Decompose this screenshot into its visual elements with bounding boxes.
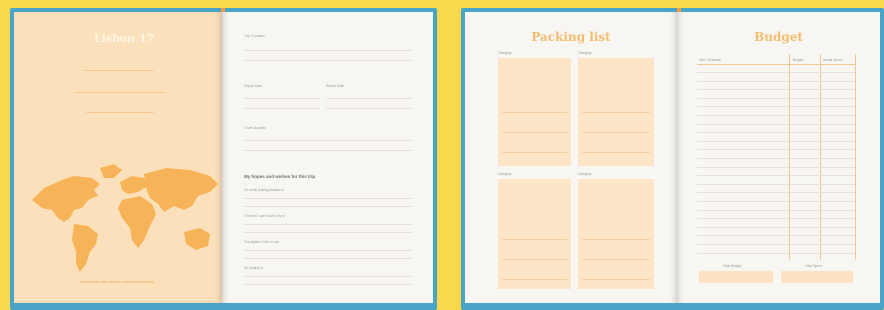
budget-col-divider [789,54,790,260]
field-return-label: Return Date [326,84,344,88]
budget-row-line [697,149,855,151]
packing-category-4: Category [578,172,592,176]
field-line [326,98,412,99]
answer-line [244,206,412,207]
field-line [244,108,320,109]
budget-header-rule [697,64,855,65]
budget-row-line [697,97,855,99]
field-buddies-label: Travel Buddies [244,126,266,130]
budget-row-line [697,252,855,254]
budget-row-line [697,80,855,82]
budget-col-divider [855,54,856,260]
packing-category-3: Category [498,172,512,176]
budget-row-line [697,192,855,194]
cover-credit: Lorem ipsum dolor sit amet, consectetur … [80,280,155,284]
budget-total-box [699,271,773,283]
packing-box-1 [498,58,571,166]
question-1: I'm really looking forward to [244,188,285,192]
total-budget-label: Total Budget [723,264,742,268]
cover-title: Lisbon 17 [94,32,155,45]
field-line [244,98,320,99]
continent-greenland [100,164,122,178]
answer-line [244,224,412,225]
answer-line [244,284,412,285]
budget-row-line [697,175,855,177]
answer-line [244,198,412,199]
field-line [244,50,412,51]
budget-col-budget: Budget [793,58,804,62]
continent-asia [144,168,218,212]
field-depart-label: Depart Date [244,84,262,88]
budget-col-actual: Actual Spent [823,58,842,62]
continent-north-america [32,176,100,222]
budget-page: Budget Item / Expense Budget Actual Spen… [677,12,880,303]
budget-row-line [697,235,855,237]
answer-line [244,276,412,277]
budget-row-line [697,115,855,116]
budget-col-item: Item / Expense [699,58,721,62]
continent-south-america [72,224,98,272]
packing-box-4 [578,179,654,289]
packing-category-1: Category [498,51,512,55]
cover-line [74,92,166,93]
world-map-icon [32,164,218,272]
field-line [244,150,412,151]
field-line [326,108,412,109]
budget-row-line [697,140,855,142]
spent-total-box [781,271,853,283]
packing-title: Packing list [531,30,611,44]
question-4: I'm hoping to [244,266,263,270]
continent-europe [120,176,148,194]
budget-row-line [697,201,855,202]
cover-line [86,112,154,113]
budget-title: Budget [754,30,803,44]
packing-box-2 [578,58,654,166]
continent-australia [184,228,210,250]
budget-row-line [697,132,855,134]
trip-cover-page: Lisbon 17 Lorem ipsum dolor sit amet, co… [14,12,222,303]
trip-form-page: Trip / Location Depart Date Return Date … [222,12,433,303]
answer-line [244,258,412,259]
budget-row-line [697,218,855,220]
answer-line [244,232,412,233]
budget-row-line [697,166,855,168]
packing-box-3 [498,179,571,289]
field-line [244,60,412,61]
budget-row-line [697,123,855,125]
continent-africa [118,196,156,248]
cover-line [84,70,154,71]
packing-category-2: Category [578,51,592,55]
budget-row-line [697,183,855,185]
field-trip-location-label: Trip / Location [244,34,265,38]
total-spent-label: Total Spent [805,264,822,268]
packing-list-page: Packing list Category Category Category … [465,12,677,303]
budget-row-line [697,209,855,211]
budget-row-line [697,244,855,245]
question-3: The sights I'd like to see [244,240,280,244]
question-2: The food I can't wait to try is [244,214,285,218]
budget-row-line [697,89,855,91]
answer-line [244,250,412,251]
field-line [244,140,412,141]
section-heading: My hopes and wishes for this trip [244,174,316,179]
budget-row-line [697,72,855,73]
budget-row-line [697,106,855,108]
budget-col-divider [820,54,821,260]
budget-row-line [697,226,855,228]
budget-row-line [697,158,855,159]
